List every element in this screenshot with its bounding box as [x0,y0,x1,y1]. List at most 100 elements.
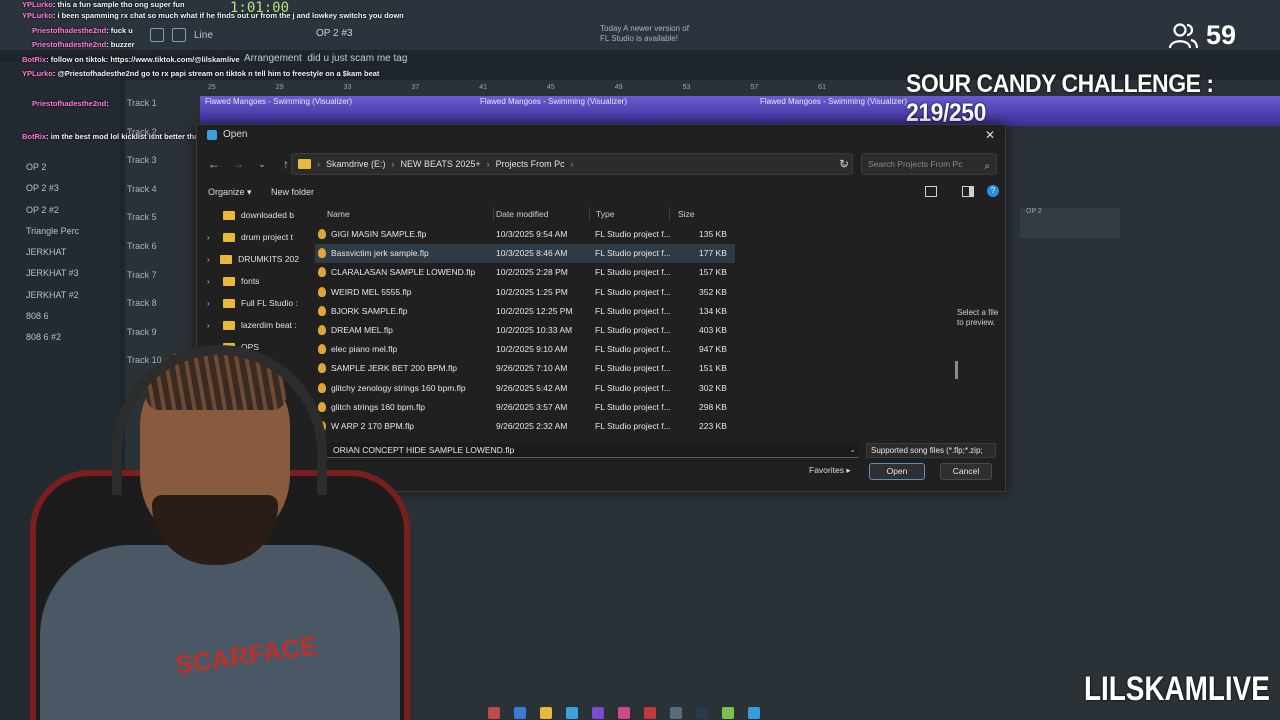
file-size: 298 KB [699,401,727,412]
file-type: FL Studio project f... [595,325,671,335]
file-row[interactable]: CLARALASAN SAMPLE LOWEND.flp 10/2/2025 2:… [315,263,735,282]
cancel-button[interactable]: Cancel [940,463,992,480]
file-row[interactable]: BJORK SAMPLE.flp 10/2/2025 12:25 PM FL Stu… [315,302,735,321]
file-row[interactable]: Bassvictim jerk sample.flp 10/3/2025 8:46… [315,244,735,264]
file-size: 302 KB [699,382,727,393]
viewer-counter: 59 [1168,20,1236,51]
pattern-clip[interactable]: OP 2 [1020,208,1120,238]
channel-item[interactable]: JERKHAT #3 [0,268,120,289]
folder-icon [223,276,235,286]
chat-username: Priestofhadesthe2nd [32,26,107,35]
chevron-right-icon[interactable]: › [207,277,217,286]
taskbar-app-icon[interactable] [592,707,604,719]
channel-item[interactable]: OP 2 [0,162,120,183]
file-row[interactable]: glitchy zenology strings 160 bpm.flp 9/26… [315,379,735,398]
track-header[interactable]: Track 1 [125,96,200,125]
organize-menu[interactable]: Organize ▾ [208,187,252,198]
open-button[interactable]: Open [869,463,925,480]
file-row[interactable]: WEIRD MEL 5555.flp 10/2/2025 1:25 PM FL St… [315,283,735,302]
taskbar-app-icon[interactable] [488,707,500,719]
file-type-select[interactable]: Supported song files (*.flp;*.zip; [866,443,996,458]
fl-studio-icon [207,129,217,140]
taskbar-app-icon[interactable] [722,707,734,719]
file-name: BJORK SAMPLE.flp [331,305,408,316]
channel-item[interactable]: 808 6 #2 [0,332,120,353]
column-type[interactable]: Type [596,209,614,219]
chat-message: YPLurko: this a fun sample tho ong super… [22,0,185,9]
nav-folder-item[interactable]: › lazerdim beat : [207,315,299,335]
track-header[interactable]: Track 5 [125,210,200,239]
paint-tool-icon[interactable] [172,28,186,42]
file-type: FL Studio project f... [595,401,671,412]
nav-folder-item[interactable]: › DRUMKITS 202 [207,249,299,269]
column-size[interactable]: Size [678,209,695,219]
search-input[interactable]: Search Projects From Pc ⌕ [861,153,997,175]
taskbar-app-icon[interactable] [566,707,578,719]
file-row[interactable]: DREAM MEL.flp 10/2/2025 10:33 AM FL Studio… [315,321,735,340]
nav-folder-item[interactable]: › drum project t [207,227,299,247]
track-header[interactable]: Track 7 [125,268,200,297]
channel-item[interactable]: JERKHAT [0,247,120,268]
nav-folder-item[interactable]: downloaded b [207,205,299,225]
preview-pane-icon[interactable] [962,186,974,197]
close-button[interactable]: ✕ [981,127,999,143]
file-row[interactable]: W ARP 2 170 BPM.flp 9/26/2025 2:32 AM FL S… [315,417,735,436]
file-row[interactable]: elec piano mel.flp 10/2/2025 9:10 AM FL St… [315,340,735,359]
address-bar[interactable]: › Skamdrive (E:) › NEW BEATS 2025+ › Pro… [291,153,853,175]
breadcrumb-item[interactable]: NEW BEATS 2025+ [401,159,481,169]
taskbar-app-icon[interactable] [644,707,656,719]
steam-icon[interactable] [696,707,708,719]
file-name: W ARP 2 170 BPM.flp [331,421,414,431]
clip-label-3: Flawed Mangoes - Swimming (Visualizer) [760,97,908,106]
chevron-right-icon[interactable]: › [207,255,214,264]
track-header[interactable]: Track 8 [125,296,200,325]
channel-item[interactable]: Triangle Perc [0,226,120,247]
file-row[interactable]: GIGI MASIN SAMPLE.flp 10/3/2025 9:54 AM FL… [315,225,735,244]
favorites-menu[interactable]: Favorites ▸ [809,465,851,476]
channel-item[interactable]: OP 2 #2 [0,205,120,226]
back-button[interactable]: ← [203,153,225,175]
chat-message: YPLurko: i been spamming rx chat so much… [22,11,404,20]
chevron-right-icon[interactable]: › [207,299,217,308]
chevron-right-icon[interactable]: › [207,321,217,330]
pattern-selector[interactable]: OP 2 #3 [316,28,353,39]
taskbar-app-icon[interactable] [670,707,682,719]
recent-locations-icon[interactable]: ⌄ [251,153,273,175]
refresh-icon[interactable]: ↻ [833,153,855,175]
track-header[interactable]: Track 6 [125,239,200,268]
channel-item[interactable]: OP 2 #3 [0,183,120,204]
line-mode-label[interactable]: Line [194,30,213,41]
taskbar-app-icon[interactable] [514,707,526,719]
folder-icon [223,232,235,242]
channel-item[interactable]: JERKHAT #2 [0,290,120,311]
view-options-icon[interactable] [925,186,937,197]
chevron-right-icon[interactable]: › [207,233,217,242]
channel-item[interactable]: 808 6 [0,311,120,332]
scrollbar[interactable] [955,361,958,379]
track-header[interactable]: Track 4 [125,182,200,211]
update-notice[interactable]: Today A newer version of FL Studio is av… [600,24,692,44]
forward-button[interactable]: → [227,153,249,175]
draw-tool-icon[interactable] [150,28,164,42]
column-date[interactable]: Date modified [496,209,548,219]
nav-folder-item[interactable]: › fonts [207,271,299,291]
taskbar-app-icon[interactable] [618,707,630,719]
folder-icon[interactable] [540,707,552,719]
file-row[interactable]: glitch strings 160 bpm.flp 9/26/2025 3:57… [315,398,735,417]
nav-folder-label: fonts [241,276,260,286]
hoodie [40,545,400,720]
file-type: FL Studio project f... [595,305,671,316]
column-name[interactable]: Name [327,209,350,219]
file-row[interactable]: SAMPLE JERK BET 200 BPM.flp 9/26/2025 7:1… [315,359,735,378]
file-name-field[interactable]: ORIAN CONCEPT HIDE SAMPLE LOWEND.flp ⌄ [321,443,859,458]
track-header[interactable]: Track 3 [125,153,200,182]
ruler-tick: 25 [208,84,216,91]
breadcrumb-item[interactable]: Skamdrive (E:) [326,159,386,169]
chevron-down-icon[interactable]: ⌄ [849,443,856,457]
nav-folder-item[interactable]: › Full FL Studio : [207,293,299,313]
new-folder-button[interactable]: New folder [271,187,314,197]
breadcrumb-item[interactable]: Projects From Pc [496,159,565,169]
taskbar-app-icon[interactable] [748,707,760,719]
flp-file-icon [318,267,326,278]
help-icon[interactable]: ? [987,185,999,197]
